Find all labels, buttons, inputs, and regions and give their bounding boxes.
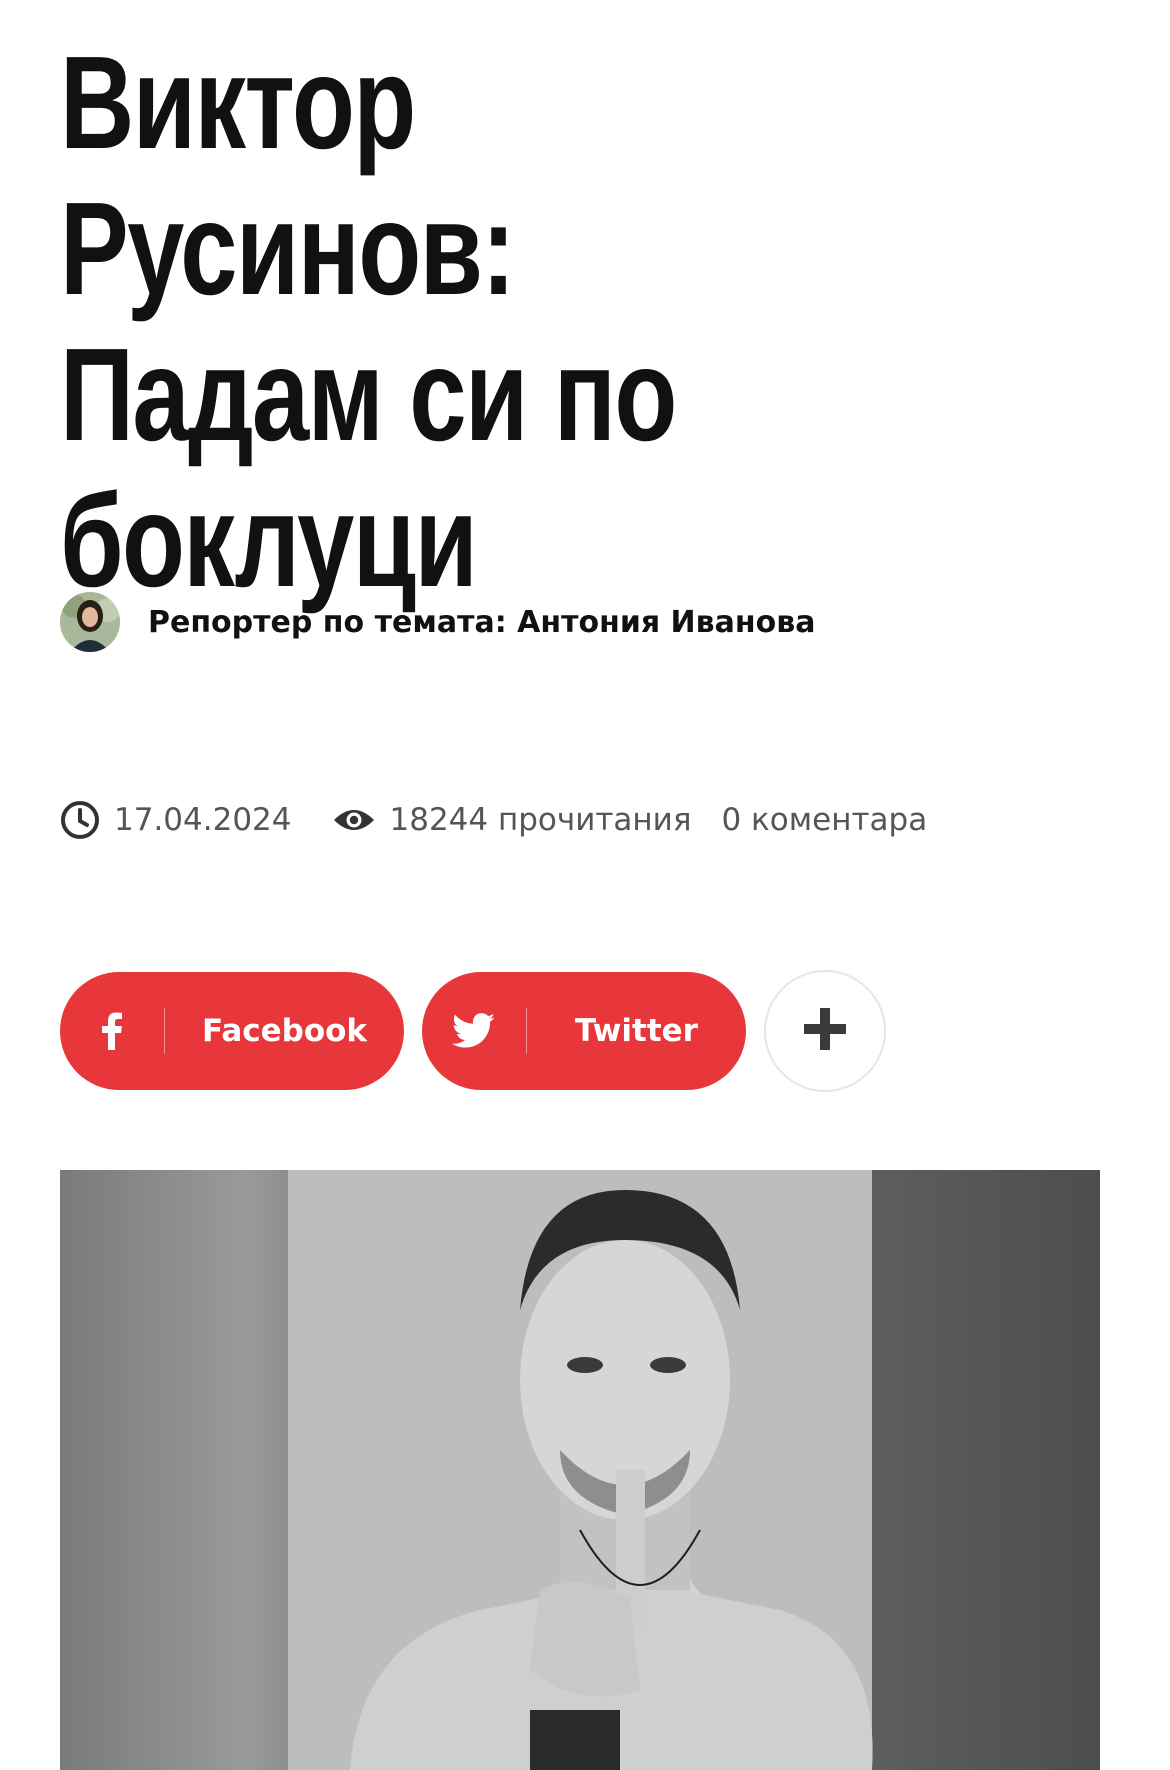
twitter-label: Twitter — [575, 1013, 698, 1049]
date-item: 17.04.2024 — [60, 800, 292, 840]
share-bar: Facebook Twitter — [60, 970, 886, 1092]
clock-icon — [60, 800, 100, 840]
plus-icon — [802, 1006, 848, 1056]
publish-date: 17.04.2024 — [114, 802, 292, 838]
author-avatar[interactable] — [60, 592, 120, 652]
article-photo — [60, 1170, 1100, 1770]
facebook-share-button[interactable]: Facebook — [60, 972, 404, 1090]
comment-count[interactable]: 0 коментара — [721, 802, 927, 838]
views-item: 18244 прочитания — [332, 802, 692, 838]
twitter-icon — [422, 1013, 526, 1049]
view-count: 18244 прочитания — [389, 802, 692, 838]
author-name[interactable]: Репортер по темата: Антония Иванова — [148, 605, 815, 640]
article-meta: 17.04.2024 18244 прочитания 0 коментара — [60, 800, 927, 840]
facebook-icon — [60, 1012, 164, 1050]
facebook-label: Facebook — [201, 1013, 368, 1049]
eye-icon — [332, 805, 376, 835]
article-title: Виктор Русинов: Падам си по боклуци — [60, 29, 677, 614]
author-byline: Репортер по темата: Антония Иванова — [60, 592, 815, 652]
twitter-share-button[interactable]: Twitter — [422, 972, 746, 1090]
more-share-button[interactable] — [764, 970, 886, 1092]
